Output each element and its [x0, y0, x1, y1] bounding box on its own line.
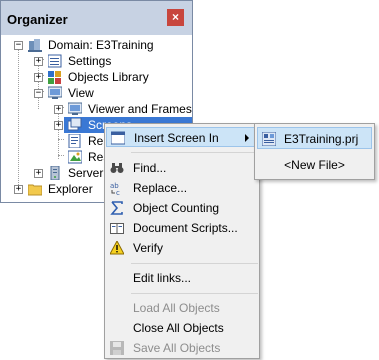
view-icon [48, 86, 62, 99]
library-icon [48, 71, 61, 84]
tree-item-objects-library[interactable]: + Objects Library [1, 69, 192, 85]
sigma-icon [110, 201, 123, 215]
menu-label: Close All Objects [133, 321, 224, 335]
menu-item-verify[interactable]: Verify [106, 238, 258, 258]
menu-label: Edit links... [133, 271, 192, 285]
organizer-title: Organizer [7, 12, 68, 27]
binoculars-icon [110, 163, 124, 173]
menu-label: Save All Objects [133, 341, 221, 355]
menu-label: Load All Objects [133, 301, 220, 315]
menu-item-close-all-objects[interactable]: Close All Objects [106, 318, 258, 338]
screens-icon [68, 118, 82, 131]
tree-label: View [68, 86, 94, 100]
menu-item-replace[interactable]: ab c Replace... [106, 178, 258, 198]
tree-item-domain[interactable]: − Domain: E3Training [1, 37, 192, 53]
menu-item-document-scripts[interactable]: Document Scripts... [106, 218, 258, 238]
domain-icon [28, 39, 42, 52]
insert-screen-submenu: E3Training.prj <New File> [254, 123, 375, 180]
warning-icon [110, 241, 124, 255]
submenu-item-new-file[interactable]: <New File> [257, 154, 372, 176]
close-icon: × [171, 10, 179, 24]
expand-icon[interactable]: + [34, 169, 43, 178]
server-icon [50, 166, 60, 180]
menu-item-object-counting[interactable]: Object Counting [106, 198, 258, 218]
submenu-item-project[interactable]: E3Training.prj [257, 127, 372, 149]
menu-separator [131, 263, 258, 264]
organizer-title-bar: Organizer × [1, 1, 192, 35]
collapse-icon[interactable]: − [14, 41, 23, 50]
context-menu: Insert Screen In Find... ab c Replace...… [104, 123, 260, 359]
menu-label: Object Counting [133, 201, 220, 215]
menu-item-edit-links[interactable]: Edit links... [106, 268, 258, 288]
menu-item-find[interactable]: Find... [106, 158, 258, 178]
tree-item-settings[interactable]: + Settings [1, 53, 192, 69]
resource-icon [68, 150, 82, 164]
report-icon [68, 134, 81, 148]
menu-label: Verify [133, 241, 164, 255]
expand-icon[interactable]: + [14, 185, 23, 194]
scripts-book-icon [110, 223, 124, 234]
expand-icon[interactable]: + [34, 57, 43, 66]
collapse-icon[interactable]: − [34, 89, 43, 98]
close-button[interactable]: × [167, 9, 184, 26]
submenu-label: E3Training.prj [284, 132, 359, 146]
submenu-label: <New File> [284, 158, 345, 172]
menu-label: Insert Screen In [134, 131, 219, 145]
svg-text:c: c [116, 189, 120, 195]
menu-item-save-all-objects[interactable]: Save All Objects [106, 338, 258, 358]
expand-icon[interactable]: + [34, 73, 43, 82]
menu-separator [131, 152, 258, 153]
replace-icon: ab c [110, 182, 120, 195]
screen-icon [111, 131, 125, 145]
tree-label: Domain: E3Training [48, 38, 154, 52]
menu-separator [131, 293, 258, 294]
tree-label: Settings [68, 54, 112, 68]
menu-item-insert-screen-in[interactable]: Insert Screen In [106, 127, 258, 147]
project-file-icon [262, 132, 276, 146]
save-icon [110, 341, 124, 355]
menu-item-load-all-objects[interactable]: Load All Objects [106, 298, 258, 318]
tree-label: Viewer and Frames [88, 102, 192, 116]
folder-icon [28, 184, 42, 196]
expand-icon[interactable]: + [54, 121, 63, 130]
tree-item-view[interactable]: − View [1, 85, 192, 101]
menu-label: Find... [133, 161, 167, 175]
tree-label: Objects Library [68, 70, 149, 84]
tree-item-viewer-and-frames[interactable]: + Viewer and Frames [1, 101, 192, 117]
expand-icon[interactable]: + [54, 105, 63, 114]
menu-label: Replace... [133, 181, 188, 195]
viewer-icon [68, 102, 82, 115]
submenu-arrow-icon [245, 134, 249, 142]
settings-icon [48, 54, 62, 68]
menu-label: Document Scripts... [133, 221, 238, 235]
tree-label: Explorer [48, 182, 93, 196]
